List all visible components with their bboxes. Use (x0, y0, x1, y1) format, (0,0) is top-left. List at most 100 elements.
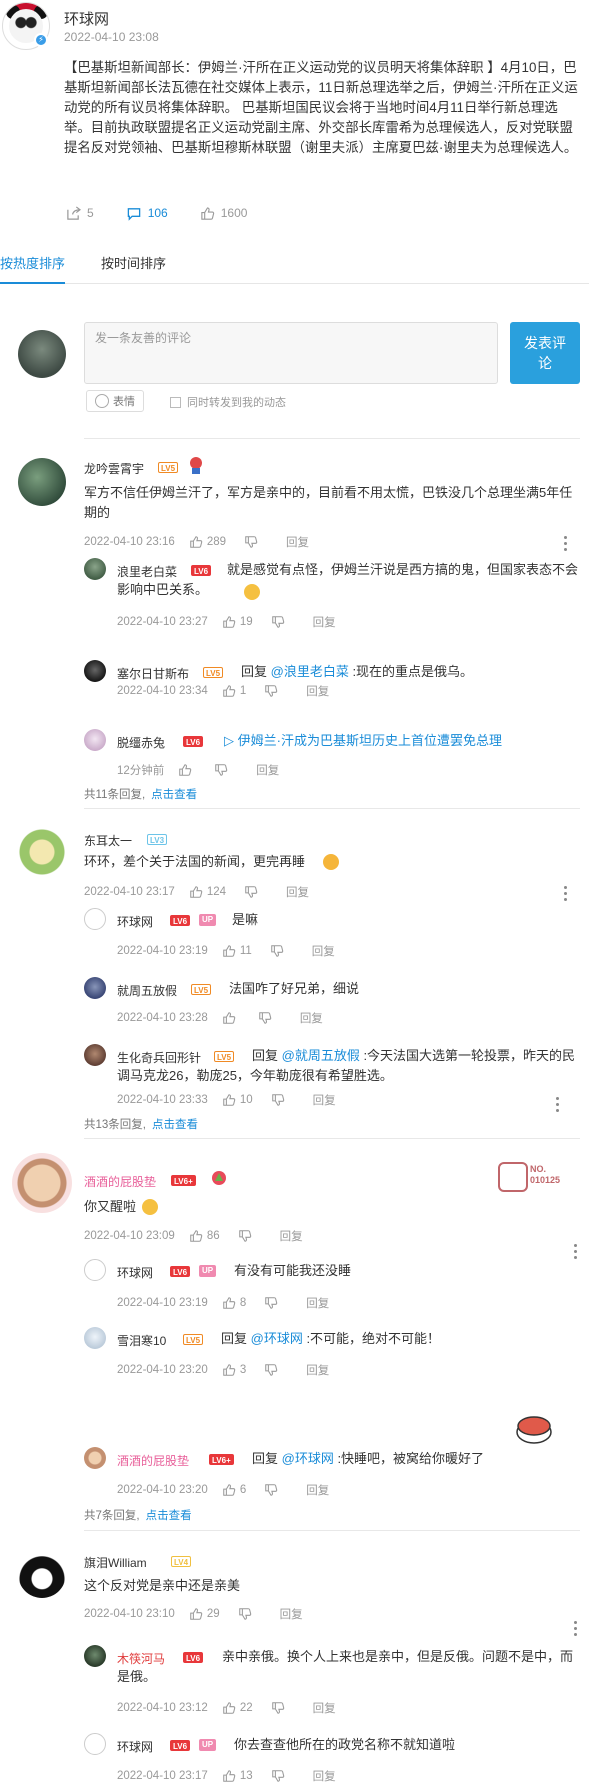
thumb-up-icon[interactable] (189, 885, 203, 899)
thumb-down-icon[interactable] (264, 1363, 278, 1377)
tab-sort-time[interactable]: 按时间排序 (101, 253, 166, 284)
thumb-up-icon[interactable] (222, 1093, 236, 1107)
reply-text: 回复 @环球网 :快睡吧，被窝给你暖好了 (252, 1449, 532, 1469)
avatar[interactable] (84, 1447, 106, 1469)
author-name[interactable]: 环球网 (64, 8, 109, 29)
mention-link[interactable]: @环球网 (251, 1331, 303, 1346)
thumb-down-icon[interactable] (271, 1093, 285, 1107)
avatar-frame[interactable] (12, 1153, 72, 1213)
username[interactable]: 脱缰赤兔 (117, 734, 165, 751)
avatar[interactable] (18, 828, 66, 876)
avatar[interactable] (18, 1550, 66, 1598)
username[interactable]: 酒酒的屁股垫 (117, 1452, 189, 1469)
thumb-down-icon[interactable] (271, 615, 285, 629)
video-link[interactable]: ▷ 伊姆兰·汗成为巴基斯坦历史上首位遭罢免总理 (224, 731, 579, 751)
avatar[interactable] (84, 558, 106, 580)
repost-checkbox[interactable]: 同时转发到我的动态 (170, 394, 286, 410)
thumb-down-icon[interactable] (244, 535, 258, 549)
mention-link[interactable]: @环球网 (282, 1451, 334, 1466)
reply-button[interactable]: 回复 (306, 1295, 329, 1311)
thumb-down-icon[interactable] (264, 684, 278, 698)
thumb-up-icon[interactable] (222, 1483, 236, 1497)
reply-button[interactable]: 回复 (313, 1700, 336, 1716)
username[interactable]: 环球网 (117, 1738, 153, 1755)
avatar[interactable] (84, 1645, 106, 1667)
username[interactable]: 雪泪寒10 (117, 1332, 166, 1349)
reply-button[interactable]: 回复 (313, 1768, 336, 1784)
mention-link[interactable]: @浪里老白菜 (271, 664, 349, 679)
mention-link[interactable]: @就周五放假 (282, 1048, 360, 1063)
thumb-down-icon[interactable] (264, 1296, 278, 1310)
username[interactable]: 环球网 (117, 1264, 153, 1281)
thumb-down-icon[interactable] (271, 1701, 285, 1715)
thumb-up-icon[interactable] (222, 684, 236, 698)
thumb-down-icon[interactable] (214, 763, 228, 777)
more-menu-icon[interactable] (564, 886, 568, 902)
reply-text: 是嘛 (232, 912, 259, 927)
thumb-up-icon[interactable] (222, 1011, 236, 1025)
reply-button[interactable]: 回复 (306, 1482, 329, 1498)
tab-sort-hot[interactable]: 按热度排序 (0, 253, 66, 284)
submit-comment-button[interactable]: 发表评论 (510, 322, 580, 384)
thumb-up-icon[interactable] (222, 1363, 236, 1377)
more-menu-icon[interactable] (574, 1244, 578, 1260)
thumb-up-icon[interactable] (222, 944, 236, 958)
username[interactable]: 东耳太一 (84, 832, 132, 849)
thumb-up-icon[interactable] (189, 1607, 203, 1621)
thumb-down-icon[interactable] (244, 885, 258, 899)
checkbox-box[interactable] (170, 396, 181, 408)
reply-button[interactable]: 回复 (306, 683, 329, 699)
avatar[interactable] (18, 458, 66, 506)
more-menu-icon[interactable] (574, 1621, 578, 1637)
reply-meta: 2022-04-10 23:20 3 回复 (117, 1362, 329, 1378)
avatar[interactable] (84, 1733, 106, 1755)
thumb-up-icon[interactable] (222, 615, 236, 629)
username[interactable]: 酒酒的屁股垫 (84, 1173, 156, 1190)
username[interactable]: 就周五放假 (117, 982, 177, 999)
comment-button[interactable]: 106 (126, 206, 168, 221)
username[interactable]: 环球网 (117, 913, 153, 930)
thumb-up-icon[interactable] (189, 535, 203, 549)
thumb-up-icon[interactable] (178, 763, 192, 777)
username[interactable]: 旗泪William (84, 1554, 147, 1571)
reply-button[interactable]: 回复 (256, 762, 279, 778)
thumb-up-icon[interactable] (222, 1701, 236, 1715)
avatar[interactable] (84, 729, 106, 751)
avatar[interactable] (84, 1327, 106, 1349)
comment-input[interactable]: 发一条友善的评论 (84, 322, 498, 384)
reply-button[interactable]: 回复 (312, 943, 335, 959)
thumb-down-icon[interactable] (270, 944, 284, 958)
view-more-link[interactable]: 点击查看 (146, 1510, 192, 1522)
reply-button[interactable]: 回复 (280, 1606, 303, 1622)
username[interactable]: 龙吟雲霄宇 (84, 460, 144, 477)
like-button[interactable]: 1600 (200, 206, 247, 221)
thumb-down-icon[interactable] (238, 1607, 252, 1621)
thumb-down-icon[interactable] (238, 1229, 252, 1243)
view-more-link[interactable]: 点击查看 (152, 1119, 198, 1131)
more-menu-icon[interactable] (556, 1097, 560, 1113)
thumb-up-icon[interactable] (222, 1296, 236, 1310)
reply-button[interactable]: 回复 (300, 1010, 323, 1026)
thumb-down-icon[interactable] (264, 1483, 278, 1497)
video-link-text[interactable]: 伊姆兰·汗成为巴基斯坦历史上首位遭罢免总理 (238, 733, 502, 748)
more-menu-icon[interactable] (564, 536, 568, 552)
avatar[interactable] (84, 908, 106, 930)
avatar[interactable] (84, 1259, 106, 1281)
avatar[interactable] (84, 1044, 106, 1066)
emoji-button[interactable]: 表情 (86, 390, 144, 412)
thumb-down-icon[interactable] (258, 1011, 272, 1025)
reply-button[interactable]: 回复 (286, 884, 309, 900)
repost-button[interactable]: 5 (66, 205, 94, 221)
avatar[interactable] (84, 660, 106, 682)
thumb-up-icon[interactable] (222, 1769, 236, 1783)
thumb-down-icon[interactable] (271, 1769, 285, 1783)
reply-button[interactable]: 回复 (280, 1228, 303, 1244)
reply-button[interactable]: 回复 (306, 1362, 329, 1378)
username[interactable]: 塞尔日甘斯布 (117, 665, 189, 682)
reply-button[interactable]: 回复 (286, 534, 309, 550)
reply-button[interactable]: 回复 (313, 614, 336, 630)
reply-button[interactable]: 回复 (313, 1092, 336, 1108)
view-more-link[interactable]: 点击查看 (151, 789, 197, 801)
avatar[interactable] (84, 977, 106, 999)
thumb-up-icon[interactable] (189, 1229, 203, 1243)
